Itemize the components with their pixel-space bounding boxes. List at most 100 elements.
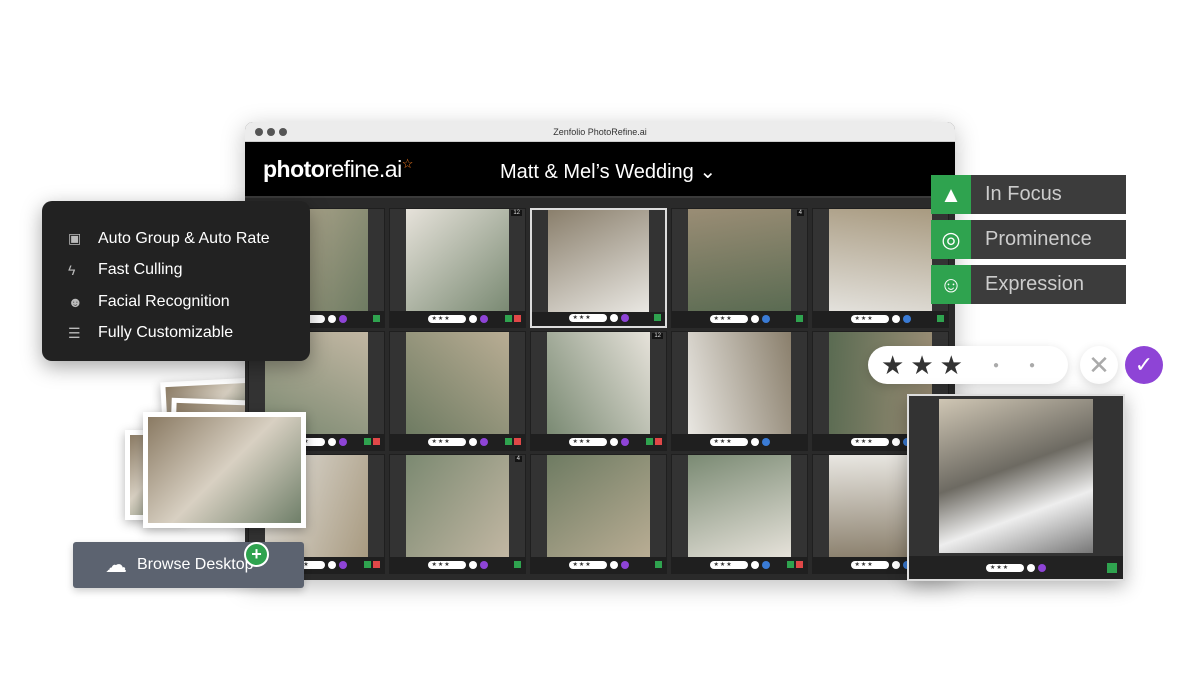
thumb-rating[interactable]: ★★★	[709, 560, 748, 569]
thumb-rating[interactable]: ★★★	[709, 437, 748, 446]
empty-star: ●	[992, 359, 999, 371]
metric-item: ▲ In Focus	[931, 175, 1126, 214]
smiley-icon: ☺	[931, 265, 971, 304]
red-flag	[514, 438, 521, 445]
star-icon: ★	[881, 349, 905, 380]
photo-thumbnail[interactable]: ★★★	[671, 331, 808, 451]
thumb-rating[interactable]: ★★★	[427, 314, 466, 323]
empty-star: ●	[1028, 359, 1036, 371]
browse-desktop-button[interactable]: ☁ Browse Desktop	[73, 542, 304, 588]
check-icon[interactable]	[761, 314, 770, 323]
photo-thumbnail[interactable]: 4 ★★★	[389, 454, 526, 574]
photo-thumbnail[interactable]: ★★★	[389, 331, 526, 451]
feature-item: ☻ Facial Recognition	[68, 292, 230, 310]
thumb-rating[interactable]: ★★★	[568, 313, 607, 322]
reject-dot[interactable]	[468, 560, 477, 569]
green-flag	[505, 315, 512, 322]
accept-button[interactable]: ✓	[1125, 346, 1163, 384]
check-icon[interactable]	[479, 560, 488, 569]
check-icon[interactable]	[479, 437, 488, 446]
photo-thumbnail[interactable]: ★★★	[530, 208, 667, 328]
thumb-rating[interactable]: ★★★	[850, 437, 889, 446]
check-icon[interactable]	[761, 437, 770, 446]
photo-thumbnail[interactable]: 12 ★★★	[530, 331, 667, 451]
image-stack-icon: ▣	[68, 230, 82, 247]
photo-grid: ★★★ 12 ★★★ ★★★ 4 ★★★ ★★★ ★★★ ★★★ 12 ★★★ …	[248, 208, 949, 574]
red-flag	[373, 561, 380, 568]
photo-preview: ★★★	[907, 394, 1125, 581]
reject-dot[interactable]	[327, 437, 336, 446]
reject-dot[interactable]	[468, 314, 477, 323]
reject-dot[interactable]	[750, 437, 759, 446]
red-flag	[796, 561, 803, 568]
thumb-rating[interactable]: ★★★	[427, 437, 466, 446]
photo-thumbnail[interactable]: 4 ★★★	[671, 208, 808, 328]
feature-item: ☰ Fully Customizable	[68, 324, 234, 342]
red-flag	[514, 315, 521, 322]
target-icon: ◎	[931, 220, 971, 259]
thumb-rating[interactable]: ★★★	[568, 437, 607, 446]
reject-dot[interactable]	[609, 437, 618, 446]
check-icon	[1038, 563, 1046, 572]
star-rating[interactable]: ★ ★ ★ ● ●	[868, 346, 1068, 384]
green-flag	[364, 561, 371, 568]
group-count: 4	[796, 210, 804, 216]
green-flag	[646, 438, 653, 445]
reject-dot[interactable]	[609, 313, 618, 322]
reject-dot[interactable]	[891, 437, 900, 446]
group-count: 12	[652, 333, 663, 339]
add-icon: +	[244, 542, 269, 567]
star-icon: ☆	[401, 156, 414, 171]
metric-item: ◎ Prominence	[931, 220, 1126, 259]
thumb-rating[interactable]: ★★★	[850, 560, 889, 569]
reject-dot[interactable]	[750, 314, 759, 323]
check-icon[interactable]	[338, 314, 347, 323]
thumb-rating[interactable]: ★★★	[568, 560, 607, 569]
thumb-rating[interactable]: ★★★	[427, 560, 466, 569]
photo-thumbnail[interactable]: ★★★	[812, 208, 949, 328]
reject-dot[interactable]	[327, 314, 336, 323]
star-icon: ★	[910, 349, 934, 380]
feature-item: ▣ Auto Group & Auto Rate	[68, 229, 270, 247]
window-controls[interactable]	[255, 128, 287, 136]
app-header: photorefine.ai☆ Matt & Mel’s Wedding ⌄	[245, 142, 955, 198]
green-flag	[655, 561, 662, 568]
features-panel: ▣ Auto Group & Auto Rate ϟ Fast Culling ☻ Fac…	[42, 201, 310, 361]
thumb-rating[interactable]: ★★★	[850, 314, 889, 323]
group-count: 4	[514, 456, 522, 462]
red-flag	[373, 438, 380, 445]
reject-dot[interactable]	[891, 560, 900, 569]
window-title: Zenfolio PhotoRefine.ai	[553, 127, 647, 137]
check-icon[interactable]	[620, 437, 629, 446]
check-icon[interactable]	[620, 313, 629, 322]
red-flag	[655, 438, 662, 445]
green-flag	[796, 315, 803, 322]
photo-thumbnail[interactable]: ★★★	[671, 454, 808, 574]
thumb-rating[interactable]: ★★★	[709, 314, 748, 323]
green-flag	[1107, 562, 1117, 573]
reject-dot[interactable]	[891, 314, 900, 323]
album-selector[interactable]: Matt & Mel’s Wedding ⌄	[500, 159, 716, 184]
check-icon[interactable]	[761, 560, 770, 569]
reject-dot[interactable]	[750, 560, 759, 569]
dragged-photo[interactable]	[143, 412, 306, 528]
photo-thumbnail[interactable]: 12 ★★★	[389, 208, 526, 328]
cloud-upload-icon: ☁	[105, 552, 127, 577]
photo-thumbnail[interactable]: ★★★	[530, 454, 667, 574]
green-flag	[373, 315, 380, 322]
green-flag	[937, 315, 944, 322]
reject-dot[interactable]	[468, 437, 477, 446]
check-icon[interactable]	[338, 560, 347, 569]
triangle-icon: ▲	[931, 175, 971, 214]
reject-dot[interactable]	[609, 560, 618, 569]
logo: photorefine.ai☆	[263, 156, 414, 182]
check-icon[interactable]	[620, 560, 629, 569]
check-icon[interactable]	[479, 314, 488, 323]
sliders-icon: ☰	[68, 324, 81, 341]
lightning-icon: ϟ	[68, 262, 76, 279]
check-icon[interactable]	[338, 437, 347, 446]
reject-dot[interactable]	[327, 560, 336, 569]
green-flag	[654, 314, 661, 321]
reject-button[interactable]: ✕	[1080, 346, 1118, 384]
check-icon[interactable]	[902, 314, 911, 323]
